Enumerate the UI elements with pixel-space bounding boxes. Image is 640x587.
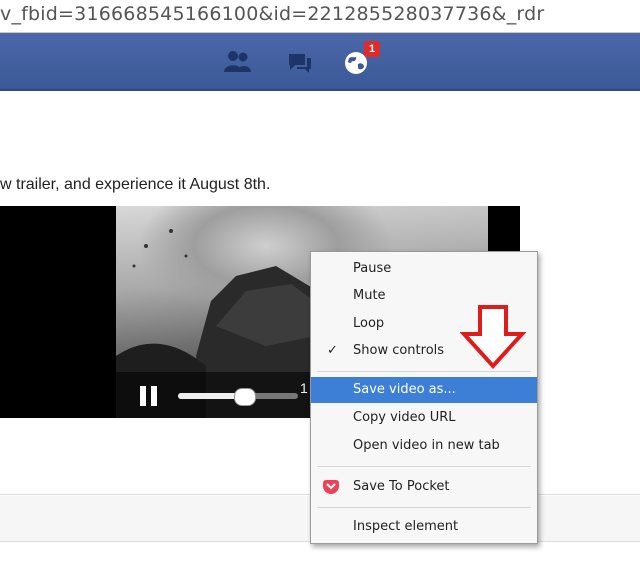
menu-item-save-to-pocket[interactable]: Save To Pocket (311, 474, 537, 500)
messages-icon[interactable] (283, 51, 313, 80)
menu-item-save-video-as[interactable]: Save video as... (311, 377, 537, 403)
menu-item-label: Copy video URL (353, 410, 456, 425)
menu-item-label: Loop (353, 316, 385, 331)
menu-separator (317, 507, 531, 508)
pause-icon[interactable] (140, 386, 158, 406)
facebook-top-nav (0, 33, 640, 91)
notification-badge: 1 (364, 41, 380, 57)
post-caption: w trailer, and experience it August 8th. (0, 176, 271, 193)
menu-item-label: Show controls (353, 343, 445, 358)
menu-item-label: Save video as... (353, 382, 456, 397)
menu-separator (317, 466, 531, 467)
context-menu: Pause Mute Loop ✓ Show controls Save vid… (310, 251, 538, 544)
pocket-icon (323, 480, 339, 494)
menu-item-label: Pause (353, 261, 392, 276)
menu-item-pause[interactable]: Pause (311, 256, 537, 282)
address-bar[interactable]: v_fbid=316668545166100&id=22128552803773… (0, 0, 640, 33)
menu-item-label: Open video in new tab (353, 438, 500, 453)
checkmark-icon: ✓ (327, 343, 338, 358)
slider-handle[interactable] (234, 388, 256, 406)
menu-item-copy-video-url[interactable]: Copy video URL (311, 405, 537, 431)
volume-slider[interactable] (178, 388, 298, 406)
video-time: 1 (300, 380, 308, 396)
menu-item-open-video-new-tab[interactable]: Open video in new tab (311, 433, 537, 459)
menu-item-label: Save To Pocket (353, 479, 450, 494)
down-arrow-icon (459, 304, 527, 375)
menu-item-inspect-element[interactable]: Inspect element (311, 514, 537, 540)
video-controls (116, 372, 316, 418)
menu-item-label: Inspect element (353, 519, 459, 534)
friend-requests-icon[interactable] (222, 49, 252, 78)
url-text[interactable]: v_fbid=316668545166100&id=22128552803773… (0, 3, 544, 25)
menu-item-label: Mute (353, 288, 386, 303)
